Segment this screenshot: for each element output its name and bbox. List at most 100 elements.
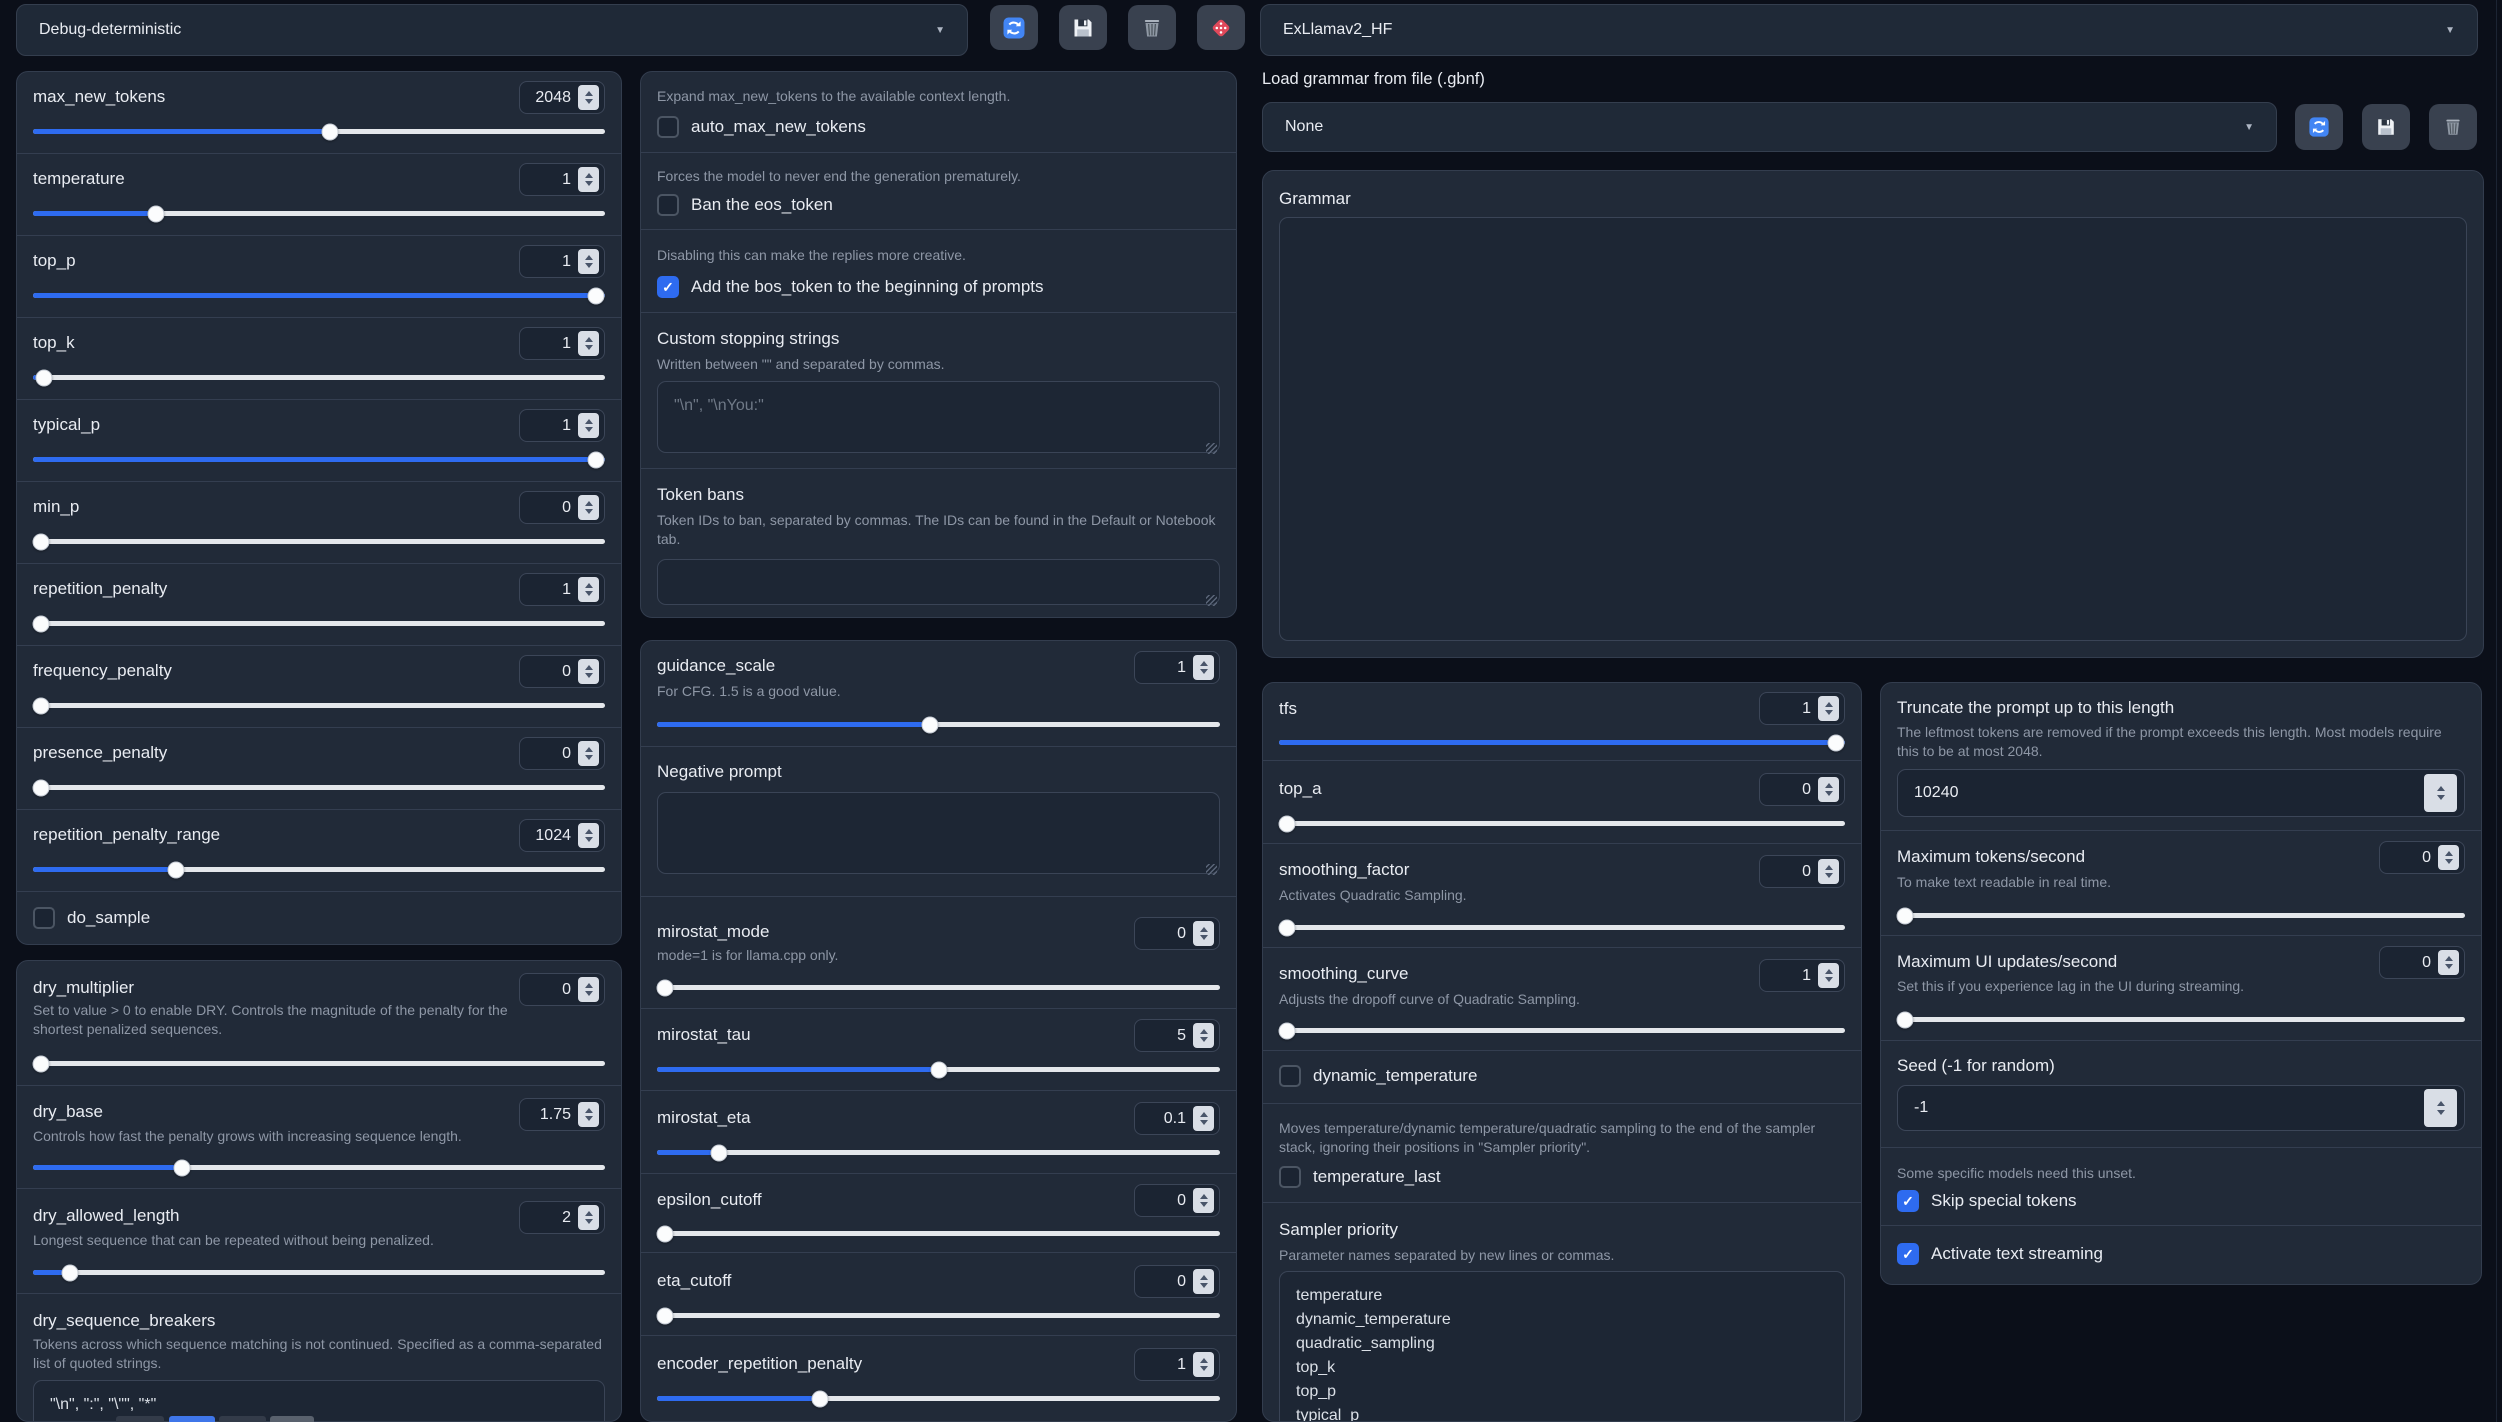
- activate-text-streaming-checkbox-row[interactable]: ✓ Activate text streaming: [1897, 1243, 2103, 1265]
- stepper[interactable]: [1193, 1023, 1214, 1048]
- number-input[interactable]: 1024: [519, 819, 605, 852]
- slider-thumb[interactable]: [33, 533, 50, 550]
- delete-grammar-button[interactable]: [2429, 104, 2477, 150]
- slider[interactable]: [1279, 740, 1845, 745]
- number-input[interactable]: 1: [1759, 692, 1845, 725]
- save-grammar-button[interactable]: [2362, 104, 2410, 150]
- stepper[interactable]: [1818, 696, 1839, 721]
- slider[interactable]: [1279, 1028, 1845, 1033]
- slider-thumb[interactable]: [922, 716, 939, 733]
- activate-text-streaming-checkbox[interactable]: ✓: [1897, 1243, 1919, 1265]
- stepper[interactable]: [2438, 950, 2459, 975]
- number-input[interactable]: 0: [519, 737, 605, 770]
- stepper[interactable]: [2424, 1089, 2457, 1127]
- slider-thumb[interactable]: [1279, 1022, 1296, 1039]
- stepper[interactable]: [1193, 1352, 1214, 1377]
- stepper[interactable]: [1818, 777, 1839, 802]
- stepper[interactable]: [578, 249, 599, 274]
- slider-thumb[interactable]: [588, 451, 605, 468]
- temperature-last-checkbox-row[interactable]: ✓ temperature_last: [1279, 1166, 1441, 1188]
- refresh-presets-button[interactable]: [990, 5, 1038, 50]
- number-input[interactable]: 0: [1759, 855, 1845, 888]
- save-preset-button[interactable]: [1059, 5, 1107, 50]
- stepper[interactable]: [578, 659, 599, 684]
- slider-thumb[interactable]: [33, 1055, 50, 1072]
- stepper[interactable]: [578, 823, 599, 848]
- slider-thumb[interactable]: [1828, 734, 1845, 751]
- slider-thumb[interactable]: [588, 287, 605, 304]
- slider[interactable]: [33, 539, 605, 544]
- slider[interactable]: [657, 1231, 1220, 1236]
- do-sample-checkbox-row[interactable]: ✓ do_sample: [33, 907, 150, 929]
- stepper[interactable]: [578, 977, 599, 1002]
- slider-thumb[interactable]: [36, 369, 53, 386]
- stepper[interactable]: [578, 413, 599, 438]
- slider-thumb[interactable]: [147, 205, 164, 222]
- auto-max-new-tokens-checkbox-row[interactable]: ✓ auto_max_new_tokens: [657, 116, 866, 138]
- slider-thumb[interactable]: [657, 1307, 674, 1324]
- number-input[interactable]: 0: [1759, 773, 1845, 806]
- random-preset-button[interactable]: [1197, 5, 1245, 50]
- stepper[interactable]: [578, 85, 599, 110]
- number-input[interactable]: 1: [1134, 1348, 1220, 1381]
- number-input[interactable]: 1: [519, 163, 605, 196]
- dynamic-temperature-checkbox-row[interactable]: ✓ dynamic_temperature: [1279, 1065, 1477, 1087]
- slider[interactable]: [33, 621, 605, 626]
- resize-handle-icon[interactable]: [1206, 443, 1217, 454]
- slider[interactable]: [33, 293, 605, 298]
- number-input[interactable]: 0: [519, 655, 605, 688]
- slider-thumb[interactable]: [173, 1159, 190, 1176]
- slider[interactable]: [657, 1150, 1220, 1155]
- stepper[interactable]: [578, 1102, 599, 1127]
- slider-thumb[interactable]: [33, 615, 50, 632]
- ban-eos-token-checkbox-row[interactable]: ✓ Ban the eos_token: [657, 194, 833, 216]
- ban-eos-token-checkbox[interactable]: ✓: [657, 194, 679, 216]
- number-input[interactable]: 1: [519, 245, 605, 278]
- stepper[interactable]: [2438, 845, 2459, 870]
- temperature-last-checkbox[interactable]: ✓: [1279, 1166, 1301, 1188]
- resize-handle-icon[interactable]: [1206, 864, 1217, 875]
- auto-max-new-tokens-checkbox[interactable]: ✓: [657, 116, 679, 138]
- slider-thumb[interactable]: [33, 697, 50, 714]
- slider-thumb[interactable]: [812, 1390, 829, 1407]
- stepper[interactable]: [1818, 859, 1839, 884]
- stepper[interactable]: [2424, 774, 2457, 812]
- number-input[interactable]: 0.1: [1134, 1102, 1220, 1135]
- stepper[interactable]: [1193, 1269, 1214, 1294]
- stepper[interactable]: [1193, 1188, 1214, 1213]
- slider-thumb[interactable]: [1279, 919, 1296, 936]
- number-input[interactable]: 0: [1134, 1184, 1220, 1217]
- slider[interactable]: [33, 785, 605, 790]
- preset-dropdown[interactable]: Debug-deterministic ▼: [16, 4, 968, 56]
- slider[interactable]: [33, 867, 605, 872]
- number-input[interactable]: 1: [519, 409, 605, 442]
- number-input[interactable]: 1: [1759, 959, 1845, 992]
- refresh-grammar-button[interactable]: [2295, 104, 2343, 150]
- number-input[interactable]: 0: [2379, 946, 2465, 979]
- slider[interactable]: [1279, 821, 1845, 826]
- grammar-file-dropdown[interactable]: None ▼: [1262, 102, 2277, 152]
- stepper[interactable]: [578, 495, 599, 520]
- add-bos-token-checkbox-row[interactable]: ✓ Add the bos_token to the beginning of …: [657, 276, 1044, 298]
- slider[interactable]: [657, 1067, 1220, 1072]
- slider-thumb[interactable]: [657, 979, 674, 996]
- stepper[interactable]: [1193, 655, 1214, 680]
- stepper[interactable]: [1193, 921, 1214, 946]
- slider[interactable]: [33, 1270, 605, 1275]
- slider[interactable]: [657, 1396, 1220, 1401]
- slider[interactable]: [33, 703, 605, 708]
- slider-thumb[interactable]: [930, 1061, 947, 1078]
- stepper[interactable]: [578, 577, 599, 602]
- slider[interactable]: [33, 457, 605, 462]
- grammar-input[interactable]: [1279, 217, 2467, 641]
- slider-thumb[interactable]: [168, 861, 185, 878]
- slider[interactable]: [657, 722, 1220, 727]
- slider-thumb[interactable]: [657, 1225, 674, 1242]
- stepper[interactable]: [1193, 1106, 1214, 1131]
- truncate-length-input[interactable]: 10240: [1897, 769, 2465, 817]
- number-input[interactable]: 0: [1134, 1265, 1220, 1298]
- slider-thumb[interactable]: [322, 123, 339, 140]
- slider-thumb[interactable]: [1897, 1011, 1914, 1028]
- sampler-priority-input[interactable]: temperature dynamic_temperature quadrati…: [1279, 1271, 1845, 1422]
- seed-input[interactable]: -1: [1897, 1085, 2465, 1131]
